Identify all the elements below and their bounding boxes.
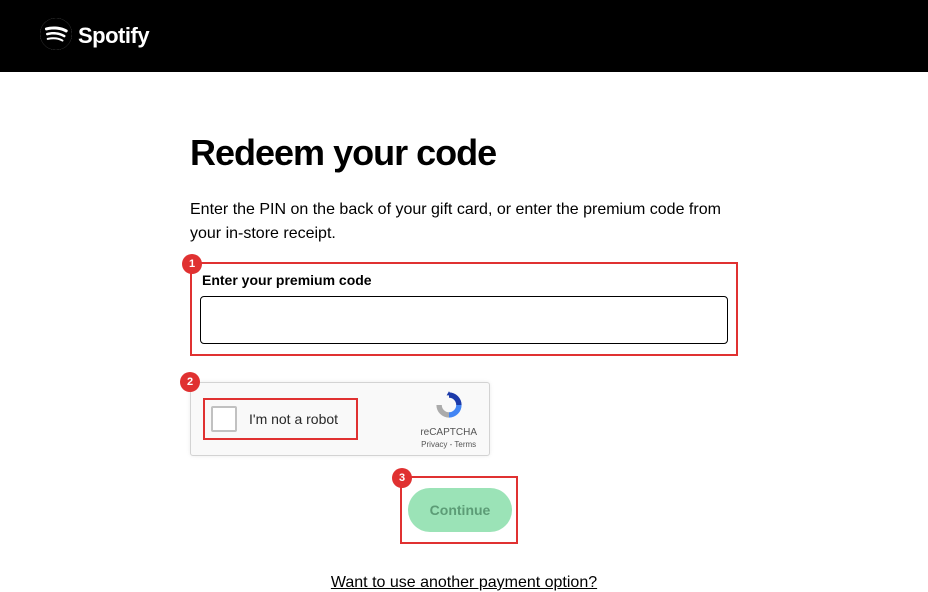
captcha-check-group: I'm not a robot <box>203 398 358 440</box>
instructions-text: Enter the PIN on the back of your gift c… <box>190 198 738 246</box>
recaptcha-label: I'm not a robot <box>249 411 338 427</box>
cta-area: 3 Continue <box>400 476 518 544</box>
recaptcha-branding: reCAPTCHA Privacy - Terms <box>420 390 477 449</box>
code-field-block: 1 Enter your premium code <box>190 262 738 356</box>
recaptcha-icon <box>434 390 464 425</box>
page-title: Redeem your code <box>190 132 738 174</box>
alt-payment-link[interactable]: Want to use another payment option? <box>331 574 597 591</box>
recaptcha-widget: I'm not a robot reCAPTCHA Privacy - Term… <box>190 382 490 456</box>
captcha-area: 2 I'm not a robot reCAPTCHA <box>190 382 738 456</box>
annotation-badge-2: 2 <box>180 372 200 392</box>
recaptcha-checkbox[interactable] <box>211 406 237 432</box>
recaptcha-brand-text: reCAPTCHA <box>420 427 477 438</box>
continue-button[interactable]: Continue <box>408 488 512 532</box>
brand-name: Spotify <box>78 23 149 49</box>
spotify-icon <box>40 18 72 55</box>
premium-code-input[interactable] <box>200 296 728 344</box>
alt-payment-wrap: Want to use another payment option? <box>190 574 738 592</box>
annotation-badge-1: 1 <box>182 254 202 274</box>
code-label: Enter your premium code <box>202 272 728 288</box>
main-content: Redeem your code Enter the PIN on the ba… <box>0 72 928 592</box>
annotation-badge-3: 3 <box>392 468 412 488</box>
brand-logo[interactable]: Spotify <box>40 18 149 55</box>
recaptcha-links[interactable]: Privacy - Terms <box>421 440 476 449</box>
app-header: Spotify <box>0 0 928 72</box>
